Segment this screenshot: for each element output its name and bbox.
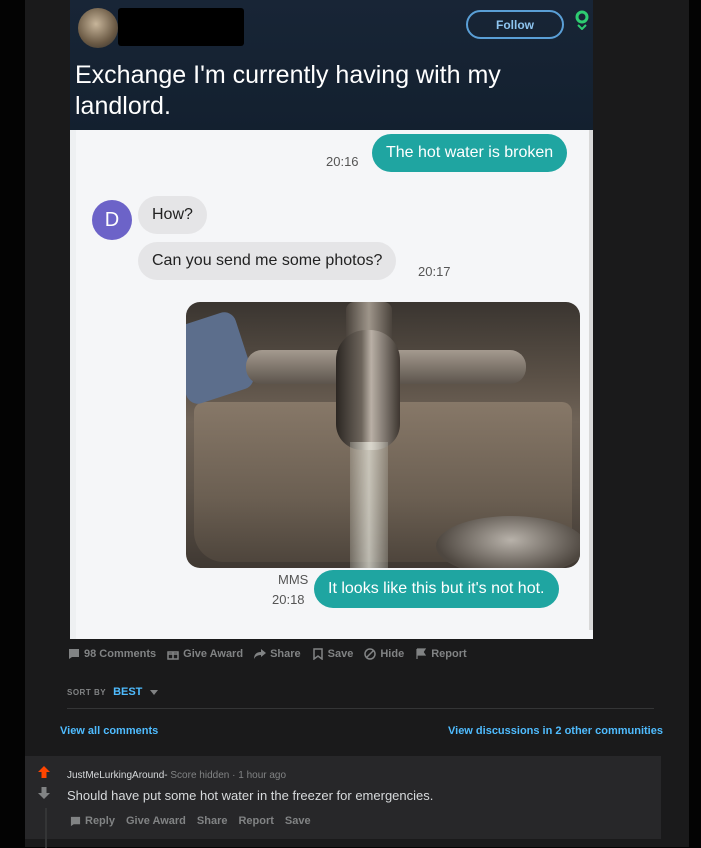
report-button[interactable]: Report: [415, 648, 467, 660]
tweet-text: Exchange I'm currently having with my la…: [75, 61, 501, 120]
comments-button[interactable]: 98 Comments: [68, 648, 156, 660]
gift-icon: [167, 651, 179, 660]
follow-button: Follow: [466, 10, 564, 39]
faucet: [336, 330, 400, 450]
hide-icon: [364, 648, 377, 660]
give-award-label: Give Award: [183, 648, 244, 660]
message-bubble-out: The hot water is broken: [372, 134, 568, 172]
hide-label: Hide: [380, 648, 405, 660]
comment-actions: Reply Give Award Share Report Save: [70, 815, 322, 827]
tweet-header: Follow Exchange I'm currently having wit…: [70, 0, 593, 130]
give-award-button[interactable]: Give Award: [167, 648, 243, 660]
message-time: 20:18: [272, 592, 305, 607]
reply-button[interactable]: Reply: [70, 815, 115, 827]
water-stream: [350, 442, 388, 568]
comment: JustMeLurkingAround- Score hidden · 1 ho…: [25, 756, 661, 848]
share-button[interactable]: Share: [197, 815, 228, 827]
bowl: [436, 516, 580, 568]
contact-avatar: D: [92, 200, 132, 240]
share-icon: [254, 649, 267, 659]
message-time: 20:17: [418, 264, 451, 279]
image-scrollbar: [589, 130, 593, 630]
hide-button[interactable]: Hide: [364, 648, 404, 660]
comment-score: Score hidden: [170, 770, 230, 781]
share-button[interactable]: Share: [254, 648, 301, 660]
bookmark-icon: [312, 648, 323, 660]
downvote-arrow-icon[interactable]: [38, 787, 50, 799]
save-button[interactable]: Save: [312, 648, 354, 660]
sort-value: BEST: [113, 686, 143, 698]
view-all-comments-link[interactable]: View all comments: [60, 725, 158, 737]
message-bubble-in: How?: [138, 196, 207, 234]
share-label: Share: [270, 648, 301, 660]
message-time: 20:16: [326, 154, 359, 169]
divider: [67, 708, 654, 709]
message-bubble-out: It looks like this but it's not hot.: [314, 570, 559, 608]
redacted-name: [118, 8, 244, 46]
comments-label: 98 Comments: [84, 648, 157, 660]
sms-thread: 20:16 The hot water is broken D How? Can…: [76, 130, 593, 639]
flag-icon: [416, 648, 427, 659]
comment-time: 1 hour ago: [238, 770, 287, 781]
cloth: [186, 309, 257, 407]
message-bubble-in: Can you send me some photos?: [138, 242, 397, 280]
report-button[interactable]: Report: [238, 815, 273, 827]
sort-dropdown[interactable]: SORT BY BEST: [67, 686, 159, 698]
comment-icon: [69, 649, 79, 659]
post-image[interactable]: Follow Exchange I'm currently having wit…: [70, 0, 593, 639]
comment-author[interactable]: JustMeLurkingAround-: [67, 770, 168, 781]
other-discussions-link[interactable]: View discussions in 2 other communities: [448, 725, 663, 737]
comment-icon: [70, 816, 81, 826]
sink-photo: [186, 302, 580, 568]
give-award-button[interactable]: Give Award: [126, 815, 186, 827]
comment-body: Should have put some hot water in the fr…: [67, 788, 434, 803]
reply-label: Reply: [85, 815, 115, 827]
sort-label: SORT BY: [67, 687, 107, 697]
meta-separator: ·: [232, 770, 236, 781]
comment-meta: JustMeLurkingAround- Score hidden · 1 ho…: [67, 770, 286, 781]
upvote-arrow-icon[interactable]: [38, 766, 50, 778]
chevron-down-icon: [150, 689, 159, 695]
post-actions: 98 Comments Give Award Share Save Hide R…: [68, 645, 478, 663]
save-button[interactable]: Save: [285, 815, 311, 827]
tweet-avatar: [78, 8, 118, 48]
report-label: Report: [431, 648, 467, 660]
save-label: Save: [327, 648, 354, 660]
location-pin-icon: [575, 10, 589, 30]
thread-line[interactable]: [45, 808, 47, 848]
mms-tag: MMS: [278, 572, 309, 587]
